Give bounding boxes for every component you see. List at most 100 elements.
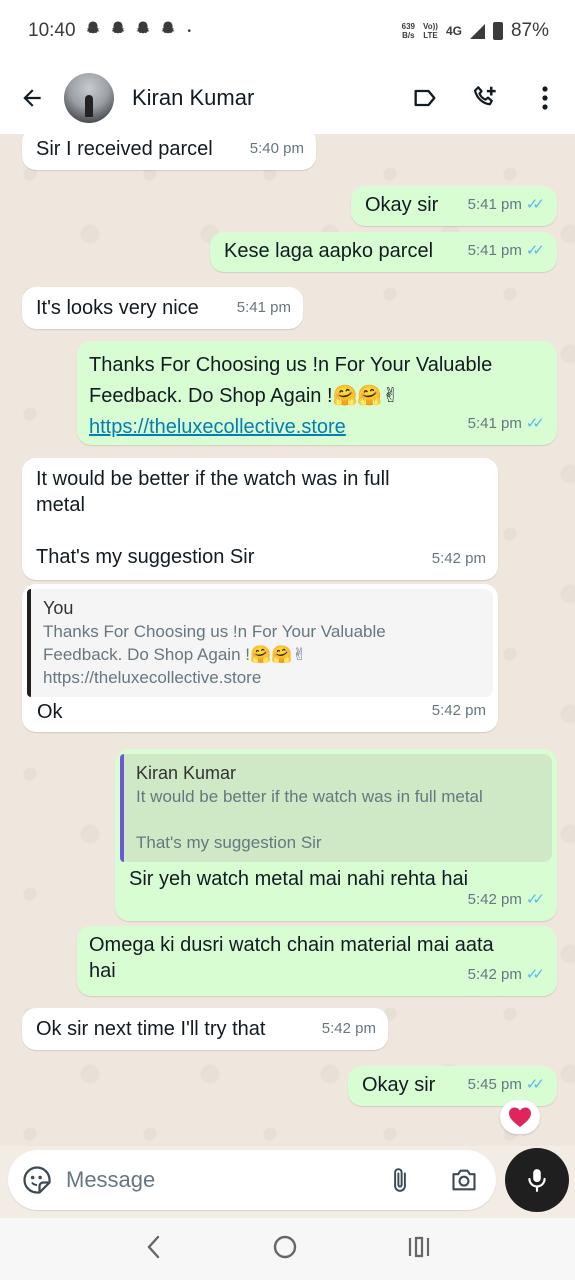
read-ticks-icon: ✓✓ (525, 966, 545, 983)
nav-home-button[interactable] (272, 1234, 298, 1265)
snapchat-icon (109, 20, 127, 43)
message-text-line: Feedback. Do Shop Again !🤗🤗✌ (89, 385, 400, 407)
mic-icon (528, 1169, 546, 1192)
read-ticks-icon: ✓✓ (525, 1076, 545, 1093)
nav-back-button[interactable] (144, 1234, 164, 1265)
voice-message-button[interactable] (505, 1148, 569, 1212)
quote-author: Kiran Kumar (136, 763, 237, 783)
message-meta: 5:42 pm (432, 698, 486, 724)
attach-button[interactable] (368, 1165, 432, 1195)
message-meta: 5:42 pm ✓✓ (468, 962, 545, 988)
read-ticks-icon: ✓✓ (525, 242, 545, 259)
message-outgoing[interactable]: Okay sir 5:41 pm ✓✓ (351, 186, 557, 226)
message-time: 5:40 pm (249, 140, 304, 157)
message-meta: 5:42 pm (322, 1016, 376, 1042)
add-call-button[interactable] (455, 62, 515, 134)
recents-icon (408, 1236, 429, 1257)
battery-icon (492, 22, 503, 40)
message-outgoing[interactable]: Kese laga aapko parcel 5:41 pm ✓✓ (210, 232, 557, 272)
message-meta: 5:41 pm ✓✓ (468, 238, 545, 264)
message-outgoing[interactable]: Thanks For Choosing us !n For Your Valua… (77, 341, 557, 445)
message-input[interactable] (66, 1167, 368, 1193)
message-time: 5:42 pm (467, 891, 522, 908)
message-time: 5:41 pm (236, 299, 291, 316)
quote-text: Thanks For Choosing us !n For Your Valua… (43, 622, 386, 687)
arrow-left-icon (23, 89, 41, 107)
status-bar: 10:40 • 639 B/s Vo)) LTE 4G 87% (0, 0, 575, 62)
message-text: It would be better if the watch was in f… (36, 468, 390, 568)
volte-indicator: Vo)) LTE (423, 22, 438, 40)
message-text: Ok (37, 701, 63, 723)
data-speed-unit: B/s (402, 31, 415, 40)
message-time: 5:42 pm (431, 702, 486, 719)
message-text: Ok sir next time I'll try that (36, 1018, 266, 1040)
message-time: 5:42 pm (321, 1020, 376, 1037)
network-type: 4G (445, 24, 462, 38)
message-text: Kese laga aapko parcel (224, 240, 434, 262)
message-incoming-reply[interactable]: You Thanks For Choosing us !n For Your V… (22, 584, 498, 732)
message-meta: 5:41 pm ✓✓ (468, 192, 545, 218)
message-meta: 5:42 pm (432, 546, 486, 572)
quote-author: You (43, 598, 74, 618)
composer (8, 1150, 496, 1210)
system-nav-bar (0, 1218, 575, 1280)
message-meta: 5:41 pm ✓✓ (468, 411, 545, 437)
snapchat-icon (134, 20, 152, 43)
message-meta: 5:41 pm (237, 295, 291, 321)
message-text: Sir I received parcel (36, 138, 213, 160)
message-time: 5:42 pm (467, 966, 522, 983)
data-speed-value: 639 (401, 22, 415, 31)
message-text: Okay sir (365, 194, 439, 216)
message-incoming[interactable]: Sir I received parcel 5:40 pm (22, 134, 316, 170)
nav-recents-button[interactable] (407, 1236, 431, 1263)
snapchat-icon (159, 20, 177, 43)
message-time: 5:41 pm (467, 415, 522, 432)
read-ticks-icon: ✓✓ (525, 415, 545, 432)
chat-header: Kiran Kumar (0, 62, 575, 134)
quoted-message[interactable]: Kiran Kumar It would be better if the wa… (120, 754, 552, 862)
message-time: 5:42 pm (431, 550, 486, 567)
message-text-line: Thanks For Choosing us !n For Your Valua… (89, 354, 493, 376)
camera-icon (452, 1169, 476, 1191)
more-options-button[interactable] (515, 62, 575, 134)
notification-dot: • (187, 25, 192, 37)
quoted-message[interactable]: You Thanks For Choosing us !n For Your V… (27, 589, 493, 697)
message-incoming[interactable]: It would be better if the watch was in f… (22, 458, 498, 580)
paperclip-icon (394, 1168, 406, 1192)
chevron-left-icon (147, 1235, 160, 1258)
snapchat-icon (84, 20, 102, 43)
chat-area[interactable]: Sir I received parcel 5:40 pm Okay sir 5… (0, 134, 575, 1146)
label-button[interactable] (395, 62, 455, 134)
camera-button[interactable] (432, 1166, 496, 1194)
emoji-sticker-icon (23, 1166, 51, 1194)
message-time: 5:45 pm (467, 1076, 522, 1093)
label-icon (414, 89, 436, 107)
message-meta: 5:40 pm (250, 136, 304, 162)
read-ticks-icon: ✓✓ (525, 196, 545, 213)
home-circle-icon (274, 1235, 297, 1258)
message-time: 5:41 pm (467, 196, 522, 213)
contact-name[interactable]: Kiran Kumar (132, 85, 254, 111)
back-button[interactable] (0, 62, 64, 134)
message-time: 5:41 pm (467, 242, 522, 259)
message-text: Okay sir (362, 1074, 436, 1096)
volte-bottom: LTE (423, 31, 438, 40)
message-text: Omega ki dusri watch chain material mai … (89, 934, 494, 982)
quote-text: It would be better if the watch was in f… (136, 787, 483, 852)
message-meta: 5:42 pm ✓✓ (468, 887, 545, 913)
status-time: 10:40 (28, 20, 76, 41)
add-call-icon (473, 86, 496, 106)
signal-icon (469, 23, 485, 39)
message-incoming[interactable]: It's looks very nice 5:41 pm (22, 287, 303, 329)
message-outgoing-reply[interactable]: Kiran Kumar It would be better if the wa… (115, 749, 557, 921)
message-incoming[interactable]: Ok sir next time I'll try that 5:42 pm (22, 1008, 388, 1050)
heart-icon (509, 1107, 531, 1127)
message-text: It's looks very nice (36, 297, 199, 319)
emoji-button[interactable] (8, 1165, 66, 1195)
heart-reaction[interactable] (500, 1100, 540, 1134)
data-speed: 639 B/s (402, 22, 415, 40)
read-ticks-icon: ✓✓ (525, 891, 545, 908)
avatar[interactable] (64, 73, 114, 123)
more-vert-icon (542, 86, 548, 110)
message-outgoing[interactable]: Omega ki dusri watch chain material mai … (77, 926, 557, 996)
